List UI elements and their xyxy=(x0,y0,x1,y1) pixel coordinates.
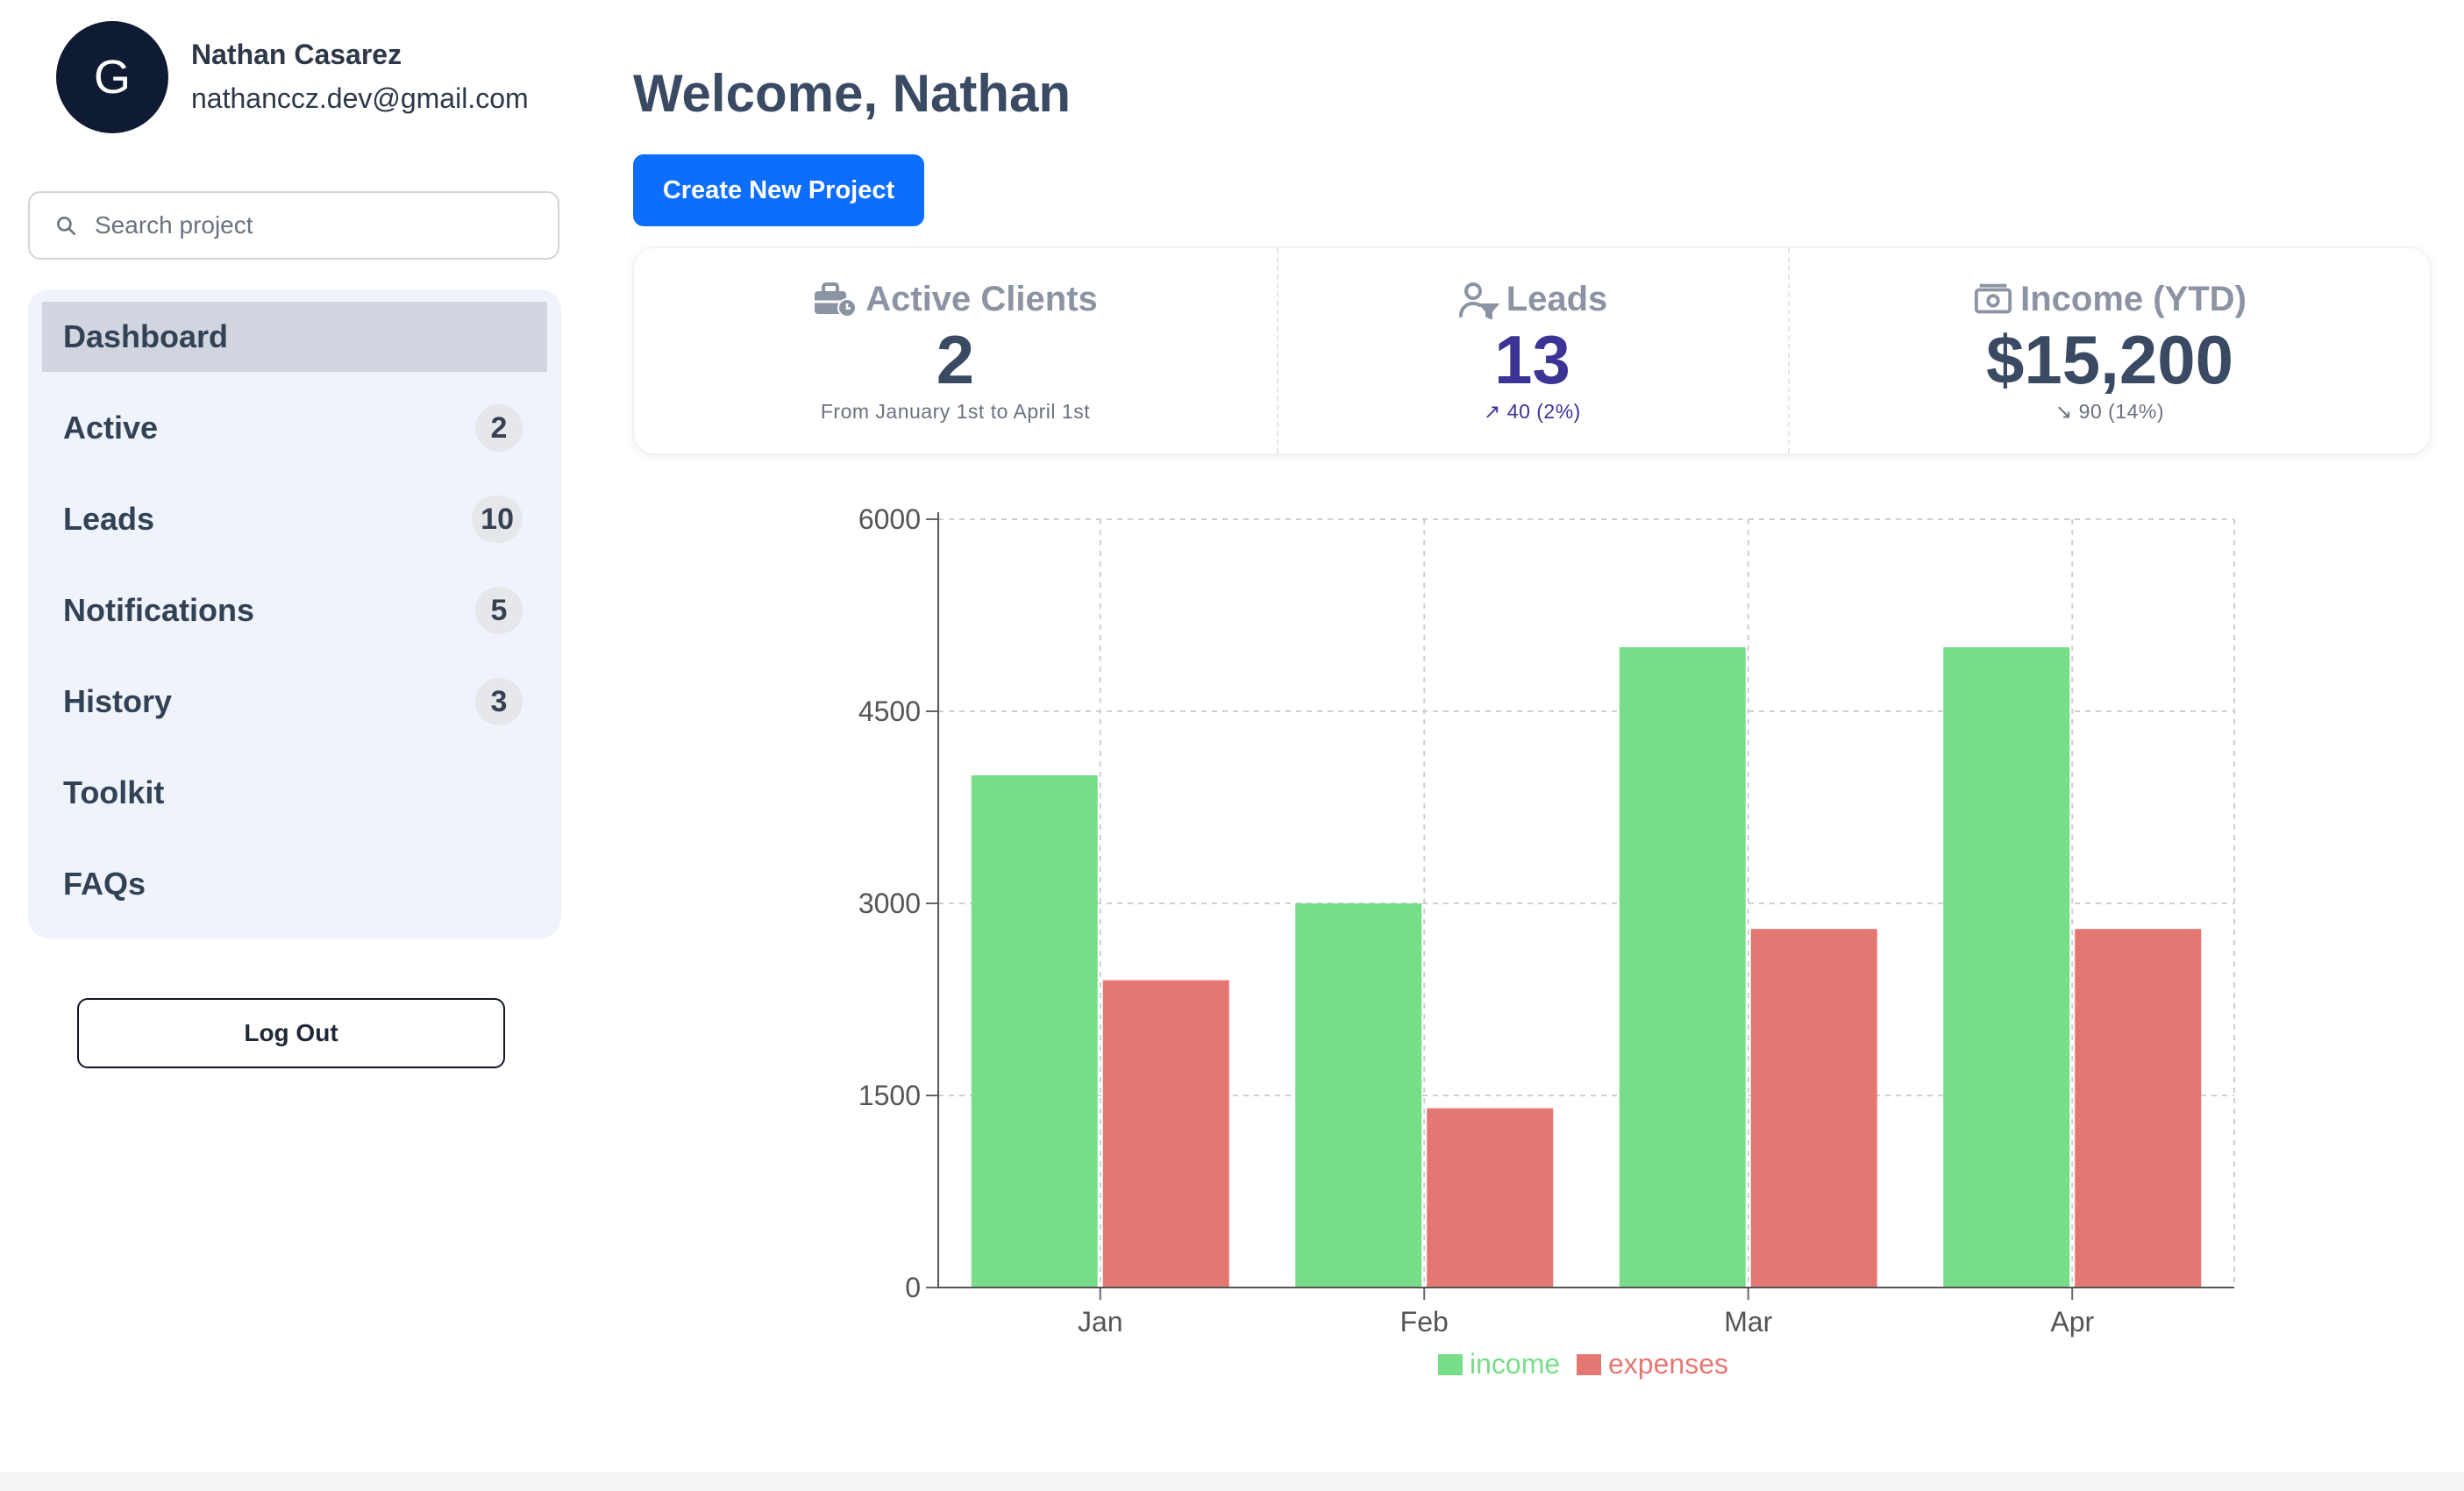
x-tick-label: Feb xyxy=(1400,1306,1449,1338)
user-filter-icon xyxy=(1458,282,1499,319)
stat-value: $15,200 xyxy=(1986,321,2233,398)
y-tick-label: 6000 xyxy=(858,503,921,535)
sidebar-item-dashboard[interactable]: Dashboard xyxy=(42,302,547,372)
stat-desc: ↗ 40 (2%) xyxy=(1484,400,1581,423)
x-tick-label: Apr xyxy=(2050,1306,2094,1338)
legend-swatch xyxy=(1577,1354,1601,1375)
stat-title: Income (YTD) xyxy=(2020,280,2247,318)
bar-income xyxy=(1619,647,1746,1288)
avatar-initial: G xyxy=(93,51,131,103)
legend-label: expenses xyxy=(1608,1348,1728,1380)
y-tick-label: 1500 xyxy=(858,1080,921,1111)
user-name: Nathan Casarez xyxy=(191,39,402,70)
sidebar-item-toolkit[interactable]: Toolkit xyxy=(42,758,547,828)
stat-value: 13 xyxy=(1494,321,1570,398)
stat-income: Income (YTD) $15,200 ↘ 90 (14%) xyxy=(1788,248,2432,455)
y-tick-label: 0 xyxy=(905,1272,921,1303)
count-badge: 3 xyxy=(475,678,523,725)
sidebar-item-history[interactable]: History 3 xyxy=(42,667,547,737)
x-tick-label: Mar xyxy=(1724,1306,1772,1338)
sidebar-item-faqs[interactable]: FAQs xyxy=(42,849,547,919)
stat-leads: Leads 13 ↗ 40 (2%) xyxy=(1277,248,1788,455)
stat-active-clients: Active Clients 2 From January 1st to Apr… xyxy=(634,248,1277,455)
count-badge: 5 xyxy=(475,587,523,634)
search-icon xyxy=(57,217,76,236)
bottom-edge xyxy=(0,1472,2464,1491)
sidebar-item-label: Notifications xyxy=(63,592,255,628)
avatar[interactable]: G xyxy=(56,21,168,133)
bar-expenses xyxy=(1102,980,1229,1288)
sidebar-item-label: Toolkit xyxy=(63,774,165,810)
income-expenses-chart: 0 1500 3000 4500 6000 Jan Feb Mar Apr income expen… xyxy=(858,503,2235,1380)
stat-value: 2 xyxy=(936,321,975,398)
y-tick-label: 3000 xyxy=(858,888,921,919)
y-tick-label: 4500 xyxy=(858,696,921,727)
user-email: nathanccz.dev@gmail.com xyxy=(191,82,529,114)
logout-button[interactable]: Log Out xyxy=(77,998,505,1068)
sidebar-item-label: History xyxy=(63,683,173,719)
create-project-button[interactable]: Create New Project xyxy=(633,154,924,226)
sidebar-item-active[interactable]: Active 2 xyxy=(42,393,547,463)
stat-desc: From January 1st to April 1st xyxy=(820,400,1091,423)
briefcase-clock-icon xyxy=(815,282,858,317)
bar-income xyxy=(1295,903,1422,1288)
bar-expenses xyxy=(1427,1108,1554,1288)
stat-desc: ↘ 90 (14%) xyxy=(2055,400,2164,423)
sidebar-item-label: Dashboard xyxy=(63,318,229,354)
bar-expenses xyxy=(2075,929,2202,1288)
x-tick-label: Jan xyxy=(1078,1306,1123,1338)
sidebar-item-label: Leads xyxy=(63,501,155,537)
sidebar-item-label: FAQs xyxy=(63,866,146,902)
bar-income xyxy=(971,775,1098,1288)
count-badge: 10 xyxy=(472,496,523,543)
bar-income xyxy=(1943,647,2070,1288)
page-title: Welcome, Nathan xyxy=(633,64,1072,123)
legend-swatch xyxy=(1438,1354,1463,1375)
sidebar-nav: Dashboard Active 2 Leads 10 Notification… xyxy=(28,289,561,938)
legend-label: income xyxy=(1470,1348,1560,1380)
sidebar-item-leads[interactable]: Leads 10 xyxy=(42,484,547,554)
search-input[interactable] xyxy=(93,210,517,240)
count-badge: 2 xyxy=(475,404,523,452)
stat-title: Leads xyxy=(1506,280,1608,318)
stat-title: Active Clients xyxy=(865,280,1098,318)
sidebar-item-notifications[interactable]: Notifications 5 xyxy=(42,575,547,646)
search-box[interactable] xyxy=(28,191,559,260)
sidebar-item-label: Active xyxy=(63,410,159,446)
cash-icon xyxy=(1975,283,2012,313)
bar-expenses xyxy=(1750,929,1877,1288)
stats-card: Active Clients 2 From January 1st to Apr… xyxy=(633,247,2431,454)
